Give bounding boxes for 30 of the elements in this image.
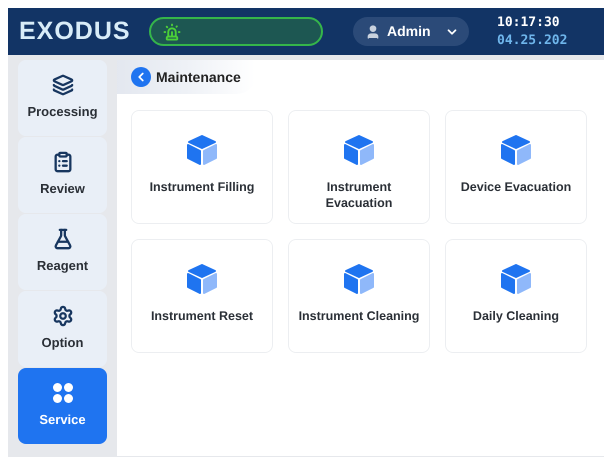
sidebar-tab[interactable]: Reagent bbox=[18, 214, 107, 290]
logo: EXODUS bbox=[19, 16, 132, 47]
sidebar-tab[interactable]: Option bbox=[18, 291, 107, 367]
back-button[interactable] bbox=[131, 67, 151, 87]
sidebar-tab[interactable]: Service bbox=[18, 368, 107, 444]
maintenance-card[interactable]: Daily Cleaning bbox=[445, 239, 587, 353]
sidebar-tab[interactable]: Processing bbox=[18, 60, 107, 136]
clipboard-icon bbox=[52, 151, 74, 174]
maintenance-card[interactable]: Instrument Reset bbox=[131, 239, 273, 353]
flask-icon bbox=[52, 228, 74, 250]
clock-date: 04.25.202 bbox=[497, 32, 568, 50]
gear-icon bbox=[52, 305, 74, 328]
maintenance-card[interactable]: Instrument Filling bbox=[131, 110, 273, 224]
user-icon bbox=[365, 24, 381, 40]
maintenance-card[interactable]: Instrument Evacuation bbox=[288, 110, 430, 224]
page-title: Maintenance bbox=[156, 68, 241, 86]
four-petal-icon bbox=[52, 382, 74, 404]
cube-icon bbox=[499, 133, 533, 167]
cube-icon bbox=[499, 262, 533, 296]
user-menu-button[interactable]: Admin bbox=[353, 17, 469, 46]
layers-icon bbox=[52, 74, 74, 96]
sidebar-tab[interactable]: Review bbox=[18, 137, 107, 213]
clock-time: 10:17:30 bbox=[497, 14, 561, 32]
maintenance-card[interactable]: Device Evacuation bbox=[445, 110, 587, 224]
maintenance-card[interactable]: Instrument Cleaning bbox=[288, 239, 430, 353]
alarm-icon bbox=[163, 22, 181, 40]
cube-icon bbox=[185, 133, 219, 167]
cube-icon bbox=[342, 262, 376, 296]
cube-icon bbox=[342, 133, 376, 167]
cube-icon bbox=[185, 262, 219, 296]
